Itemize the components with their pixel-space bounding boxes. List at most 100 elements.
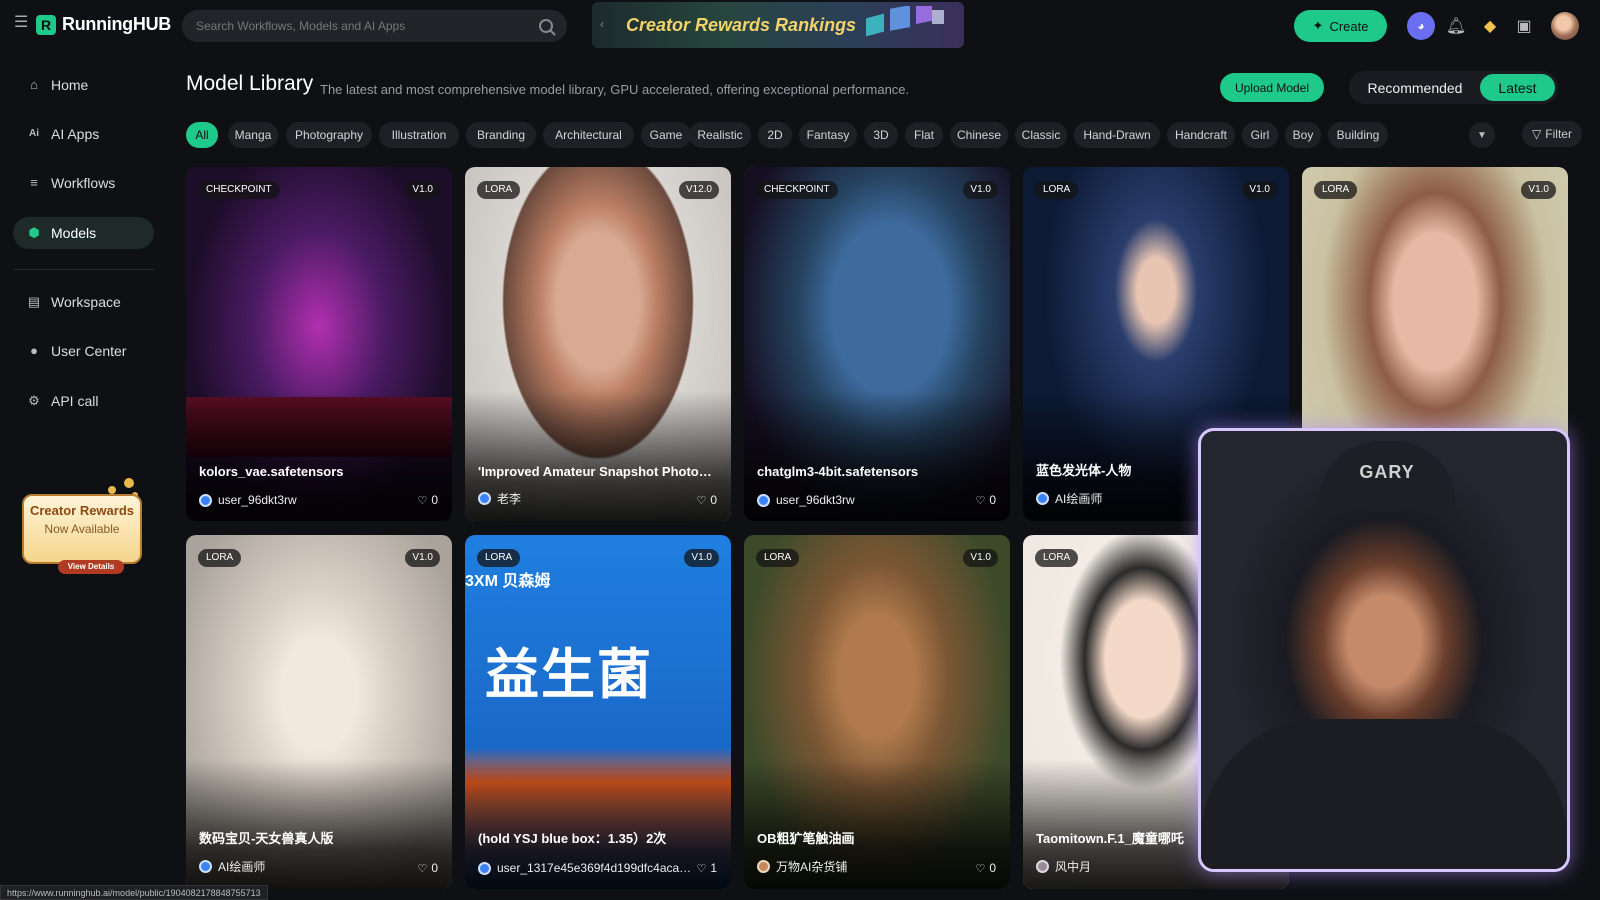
sidebar-item-workspace[interactable]: ▤ Workspace (13, 286, 154, 318)
search-input[interactable] (196, 19, 539, 33)
model-author[interactable]: user_1317e45e369f4d199dfc4aca… (478, 861, 691, 875)
model-card[interactable]: LORA V12.0 'Improved Amateur Snapshot Ph… (465, 167, 731, 521)
model-type-badge: LORA (1035, 549, 1079, 567)
sidebar-item-label: User Center (51, 343, 127, 359)
tag-building[interactable]: Building (1328, 122, 1388, 148)
author-avatar (199, 860, 212, 873)
page-title: Model Library (186, 72, 314, 95)
view-details-button[interactable]: View Details (58, 560, 124, 574)
tag-classic[interactable]: Classic (1015, 122, 1067, 148)
tag-illustration[interactable]: Illustration (379, 122, 459, 148)
creator-rewards-card[interactable]: Creator Rewards Now Available View Detai… (20, 470, 144, 580)
filter-button[interactable]: ▽ Filter (1522, 121, 1582, 147)
author-name: 风中月 (1055, 860, 1092, 874)
gem-icon[interactable]: ◆ (1476, 12, 1504, 40)
model-card[interactable]: CHECKPOINT V1.0 chatglm3-4bit.safetensor… (744, 167, 1010, 521)
tag-game[interactable]: Game (641, 122, 691, 148)
model-author[interactable]: AI绘画师 (1036, 490, 1102, 507)
create-button[interactable]: ✦ Create (1294, 10, 1387, 42)
menu-icon[interactable]: ☰ (14, 15, 30, 31)
chevron-left-icon[interactable]: ‹ (600, 17, 604, 31)
tag-all[interactable]: All (186, 122, 218, 148)
filter-icon: ▽ (1532, 127, 1542, 141)
tag-branding[interactable]: Branding (466, 122, 536, 148)
webcam-overlay: GARY (1198, 428, 1570, 872)
tag-fantasy[interactable]: Fantasy (799, 122, 857, 148)
bell-icon[interactable]: 🔔︎ (1442, 12, 1470, 40)
chevron-down-icon[interactable]: ▼ (1469, 122, 1495, 148)
discord-icon[interactable]: ◕ (1407, 12, 1435, 40)
sidebar-item-ai-apps[interactable]: Ai AI Apps (13, 118, 154, 150)
coin-icon (124, 478, 134, 488)
tag-2d[interactable]: 2D (758, 122, 792, 148)
tag-handcraft[interactable]: Handcraft (1167, 122, 1235, 148)
product-brand-text: 3XM 贝森姆 (465, 573, 551, 590)
model-icon: ⬢ (28, 225, 40, 240)
model-type-badge: LORA (198, 549, 242, 567)
like-count[interactable]: ♡ 0 (417, 861, 438, 875)
logo[interactable]: R RunningHUB (36, 14, 171, 35)
upload-model-button[interactable]: Upload Model (1220, 73, 1324, 102)
workflow-icon: ≡ (30, 175, 38, 190)
sidebar-item-label: Workflows (51, 175, 116, 191)
model-author[interactable]: AI绘画师 (199, 858, 265, 875)
sidebar-item-label: API call (51, 393, 99, 409)
model-type-badge: LORA (477, 549, 521, 567)
like-count-value: 0 (431, 493, 438, 507)
sidebar-item-models[interactable]: ⬢ Models (13, 217, 154, 249)
tag-architectural[interactable]: Architectural (543, 122, 634, 148)
tag-girl[interactable]: Girl (1242, 122, 1278, 148)
model-card[interactable]: CHECKPOINT V1.0 kolors_vae.safetensors u… (186, 167, 452, 521)
sort-recommended[interactable]: Recommended (1355, 74, 1475, 101)
top-bar: ☰ R RunningHUB ‹ Creator Rewards Ranking… (0, 0, 1600, 52)
tag-chinese[interactable]: Chinese (950, 122, 1008, 148)
tag-photography[interactable]: Photography (286, 122, 372, 148)
user-avatar[interactable] (1551, 12, 1579, 40)
model-author[interactable]: user_96dkt3rw (757, 493, 855, 507)
model-author[interactable]: user_96dkt3rw (199, 493, 297, 507)
model-name: kolors_vae.safetensors (199, 464, 344, 479)
heart-icon: ♡ (696, 494, 707, 507)
model-card[interactable]: 3XM 贝森姆 益生菌 LORA V1.0 (hold YSJ blue box… (465, 535, 731, 889)
like-count[interactable]: ♡ 1 (696, 861, 717, 875)
tag-boy[interactable]: Boy (1285, 122, 1321, 148)
tag-realistic[interactable]: Realistic (689, 122, 751, 148)
tag-flat[interactable]: Flat (905, 122, 943, 148)
heart-icon: ♡ (975, 862, 986, 875)
creator-rewards-banner[interactable]: ‹ Creator Rewards Rankings (592, 2, 964, 48)
model-author[interactable]: 风中月 (1036, 858, 1091, 875)
sort-toggle: Recommended Latest (1349, 71, 1558, 104)
sidebar-item-workflows[interactable]: ≡ Workflows (13, 167, 154, 199)
model-author[interactable]: 万物AI杂货铺 (757, 858, 847, 875)
tag-manga[interactable]: Manga (228, 122, 278, 148)
like-count[interactable]: ♡ 0 (696, 493, 717, 507)
model-author[interactable]: 老李 (478, 490, 521, 507)
model-name: 'Improved Amateur Snapshot Photo… (478, 464, 712, 479)
heart-icon: ♡ (417, 862, 428, 875)
sidebar-item-label: Home (51, 77, 89, 93)
model-card[interactable]: LORA V1.0 数码宝贝-天女兽真人版 AI绘画师 ♡ 0 (186, 535, 452, 889)
author-avatar (478, 861, 491, 875)
search-bar[interactable] (182, 10, 567, 42)
sort-latest[interactable]: Latest (1480, 74, 1555, 101)
sidebar-item-home[interactable]: ⌂ Home (13, 69, 154, 101)
gallery-icon[interactable]: ▣ (1510, 12, 1538, 40)
sidebar-item-api-call[interactable]: ⚙ API call (13, 385, 154, 417)
model-type-badge: CHECKPOINT (198, 181, 280, 199)
like-count[interactable]: ♡ 0 (975, 861, 996, 875)
logo-mark-icon: R (36, 14, 56, 35)
tag-3d[interactable]: 3D (864, 122, 898, 148)
search-icon[interactable] (539, 19, 553, 33)
author-name: user_1317e45e369f4d199dfc4aca… (497, 861, 692, 875)
version-badge: V12.0 (678, 181, 719, 199)
model-name: 数码宝贝-天女兽真人版 (199, 831, 334, 846)
like-count[interactable]: ♡ 0 (417, 493, 438, 507)
status-url: https://www.runninghub.ai/model/public/1… (0, 885, 268, 900)
like-count[interactable]: ♡ 0 (975, 493, 996, 507)
version-badge: V1.0 (1521, 181, 1556, 199)
tag-hand-drawn[interactable]: Hand-Drawn (1074, 122, 1160, 148)
model-card[interactable]: LORA V1.0 OB粗犷笔触油画 万物AI杂货铺 ♡ 0 (744, 535, 1010, 889)
author-avatar (478, 492, 491, 505)
author-avatar (1036, 492, 1049, 505)
sidebar-item-user-center[interactable]: ● User Center (13, 335, 154, 367)
